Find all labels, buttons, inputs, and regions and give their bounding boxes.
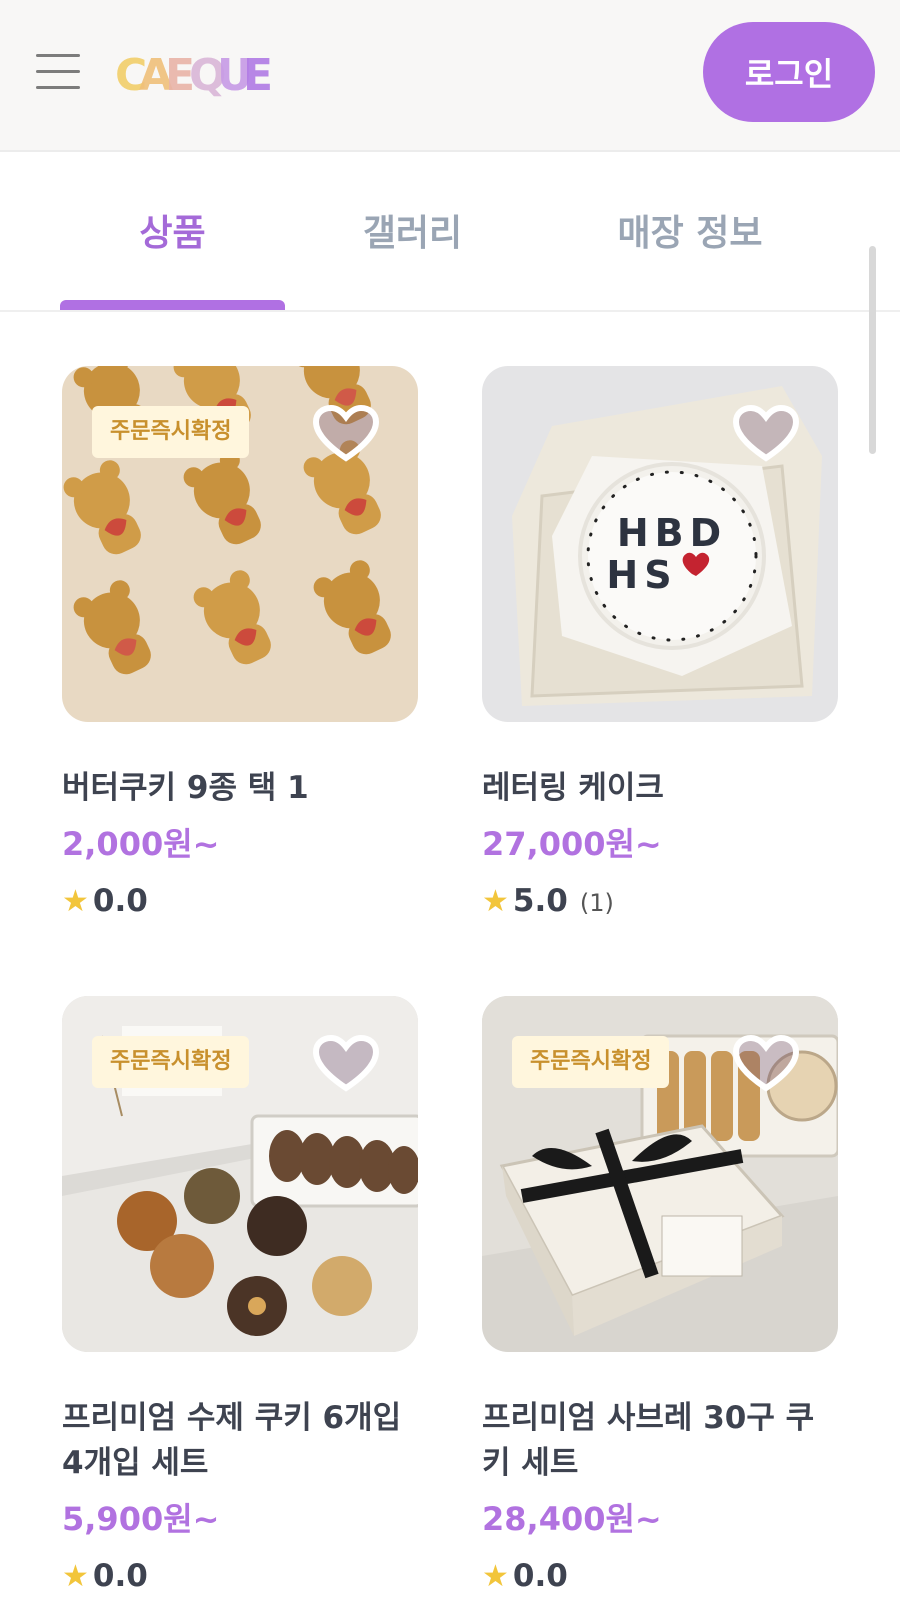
rating-value: 5.0 xyxy=(512,882,568,919)
product-price: 5,900원~ xyxy=(62,1499,220,1538)
product-title[interactable]: 버터쿠키 9종 택 1 xyxy=(62,766,420,811)
star-icon: ★ xyxy=(62,883,89,919)
heart-icon[interactable] xyxy=(312,404,380,464)
product-image-handmade-cookie-box[interactable]: 주문즉시확정 xyxy=(62,996,418,1352)
heart-icon[interactable] xyxy=(732,1034,800,1094)
heart-icon[interactable] xyxy=(732,404,800,464)
product-price: 27,000원~ xyxy=(482,824,662,863)
product-card[interactable]: 주문즉시확정 버터쿠키 9종 택 1 2,000원~ ★ 0.0 xyxy=(62,366,420,919)
tab-store-info[interactable]: 매장 정보 xyxy=(560,204,820,264)
rating-value: 0.0 xyxy=(512,1557,568,1594)
product-card[interactable]: HBD HS 레터링 케이크 27,000원~ ★ 5.0 (1) xyxy=(482,366,840,919)
cake-lettering-line1: HBD xyxy=(617,511,727,555)
star-icon: ★ xyxy=(482,1558,509,1594)
product-rating: ★ 0.0 xyxy=(62,1558,420,1594)
tab-products[interactable]: 상품 xyxy=(60,204,285,264)
rating-value: 0.0 xyxy=(92,1557,148,1594)
cake-lettering-line2: HS xyxy=(606,553,677,597)
star-icon: ★ xyxy=(482,883,509,919)
heart-icon[interactable] xyxy=(312,1034,380,1094)
instant-confirm-badge: 주문즉시확정 xyxy=(512,1036,670,1088)
star-icon: ★ xyxy=(62,1558,89,1594)
svg-text:E: E xyxy=(243,50,273,101)
product-price: 28,400원~ xyxy=(482,1499,662,1538)
login-button[interactable]: 로그인 xyxy=(703,22,875,122)
product-title[interactable]: 프리미엄 수제 쿠키 6개입 4개입 세트 xyxy=(62,1396,420,1486)
active-tab-indicator xyxy=(60,300,285,310)
product-rating: ★ 5.0 (1) xyxy=(482,883,840,919)
product-title[interactable]: 레터링 케이크 xyxy=(482,766,840,811)
product-image-lettering-cake[interactable]: HBD HS xyxy=(482,366,838,722)
product-card[interactable]: 주문즉시확정 프리미엄 수제 쿠키 6개입 4개입 세트 5,900원~ ★ 0.… xyxy=(62,996,420,1594)
scrollbar[interactable] xyxy=(869,246,876,454)
store-tabs: 상품 갤러리 매장 정보 xyxy=(0,154,900,312)
tab-gallery[interactable]: 갤러리 xyxy=(300,204,525,264)
product-title[interactable]: 프리미엄 사브레 30구 쿠키 세트 xyxy=(482,1396,840,1486)
product-card[interactable]: 주문즉시확정 프리미엄 사브레 30구 쿠키 세트 28,400원~ ★ 0.0 xyxy=(482,996,840,1594)
review-count: (1) xyxy=(579,888,614,917)
instant-confirm-badge: 주문즉시확정 xyxy=(92,1036,250,1088)
product-price: 2,000원~ xyxy=(62,824,220,863)
product-image-bear-cookies[interactable]: 주문즉시확정 xyxy=(62,366,418,722)
app-header: C A E Q U E 로그인 xyxy=(0,0,900,152)
product-image-sable-gift-box[interactable]: 주문즉시확정 xyxy=(482,996,838,1352)
instant-confirm-badge: 주문즉시확정 xyxy=(92,406,250,458)
caeque-logo[interactable]: C A E Q U E xyxy=(115,40,275,102)
product-rating: ★ 0.0 xyxy=(62,883,420,919)
rating-value: 0.0 xyxy=(92,882,148,919)
product-rating: ★ 0.0 xyxy=(482,1558,840,1594)
hamburger-menu-icon[interactable] xyxy=(36,54,80,90)
